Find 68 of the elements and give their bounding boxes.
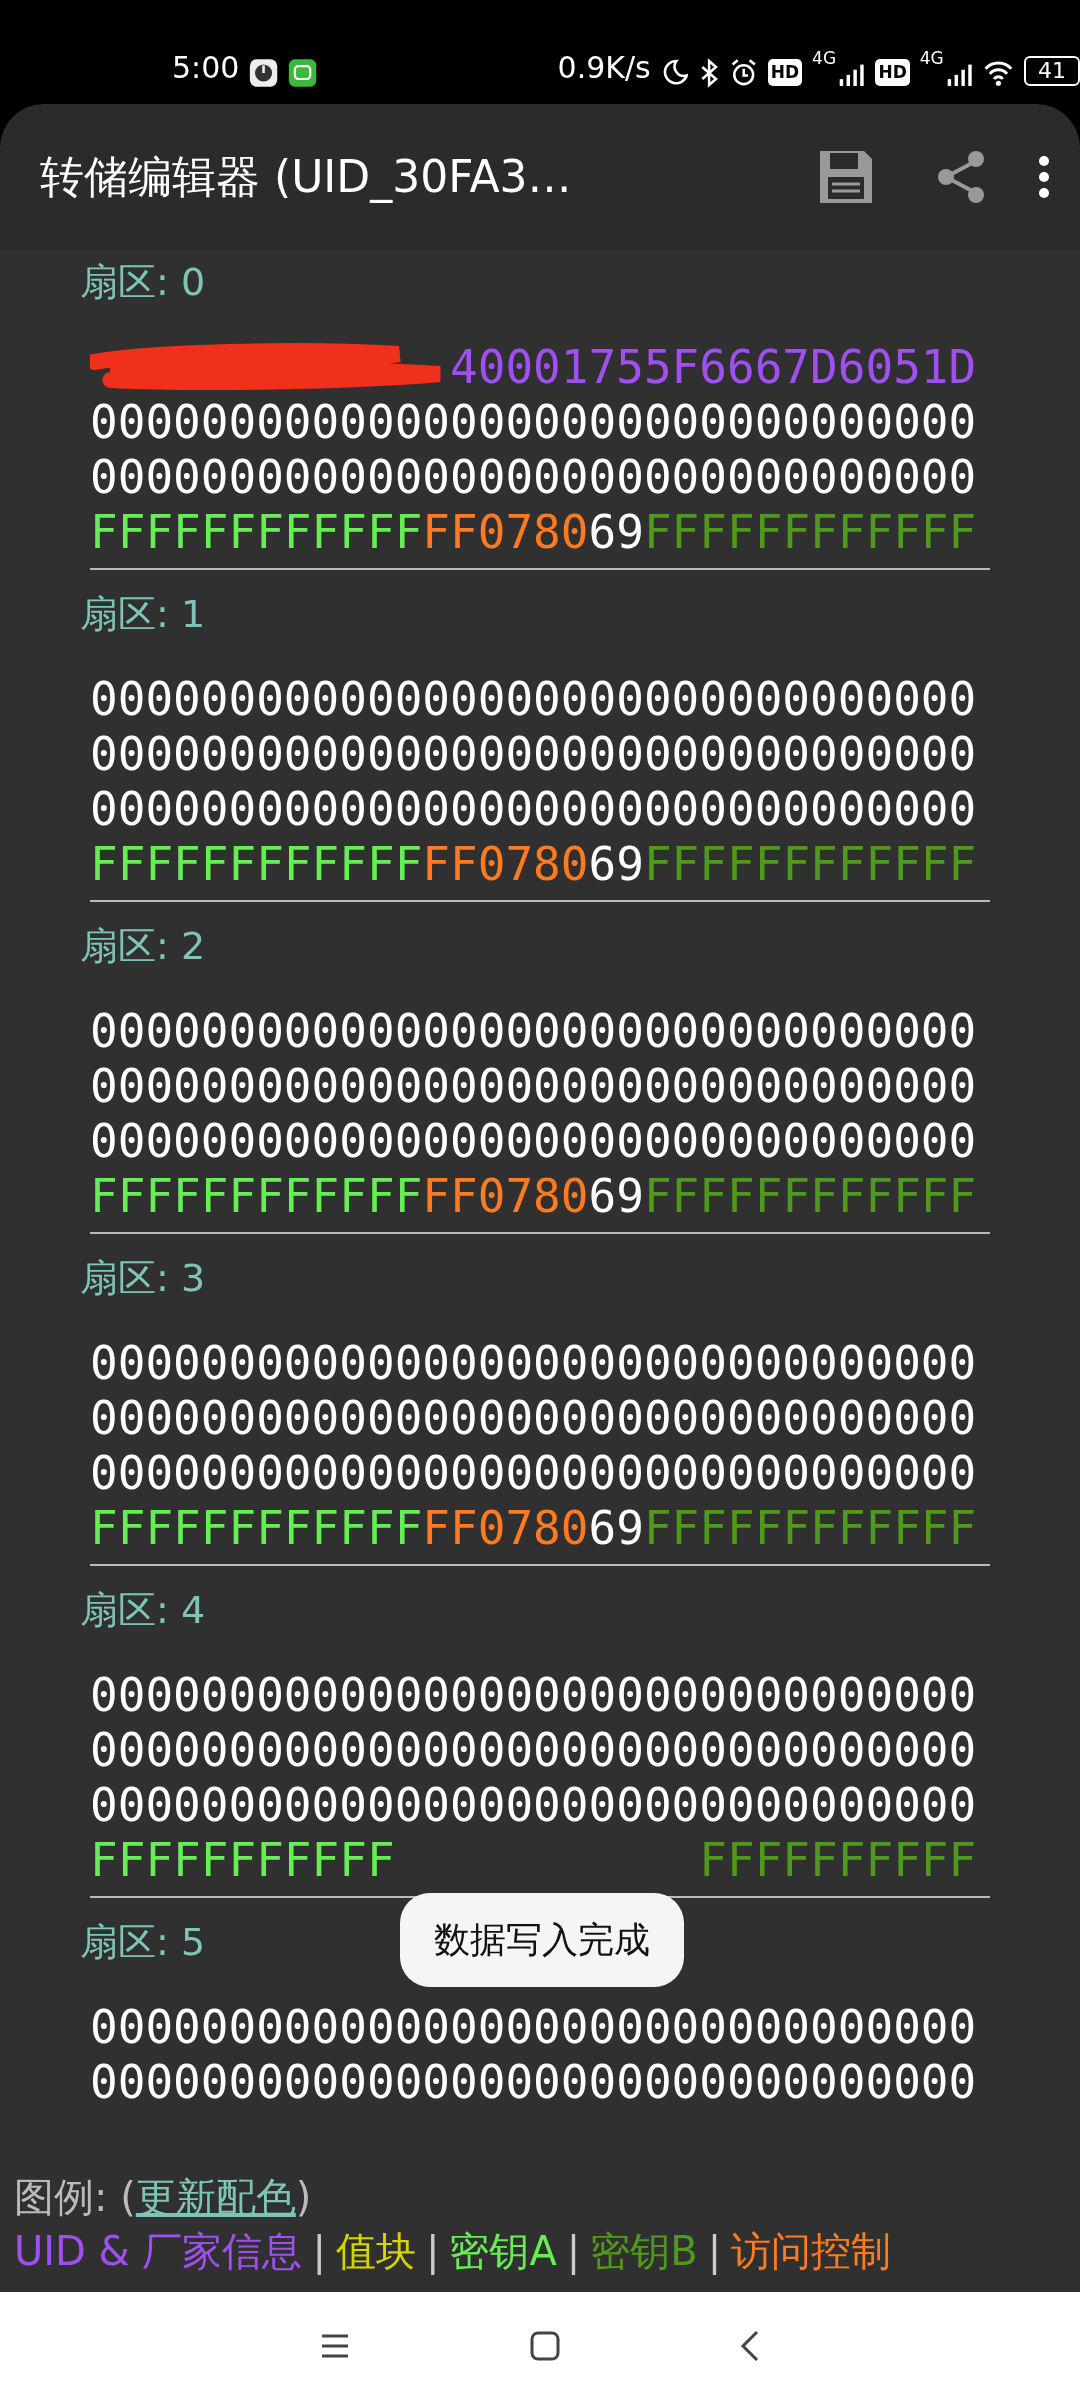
legend-separator: | <box>426 2227 440 2277</box>
sector-label: 扇区: 2 <box>80 923 206 970</box>
hex-data: 00000000000000000000000000000000 <box>90 1059 977 1114</box>
hex-data: 00000000000000000000000000000000 <box>90 1336 977 1391</box>
hex-data: 69 <box>588 1169 644 1224</box>
legend-separator: | <box>707 2227 722 2277</box>
hex-data: FF0780 <box>422 505 589 560</box>
hex-data: 69 <box>588 505 644 560</box>
hex-data: FFFFFFFFFF <box>699 1833 977 1888</box>
toast-message: 数据写入完成 <box>400 1893 684 1987</box>
hex-data: FFFFFFFFFFFF <box>643 837 977 892</box>
hex-data: 00000000000000000000000000000000 <box>90 727 977 782</box>
legend-item: 值块 <box>336 2227 416 2276</box>
battery-level: 41 <box>1024 56 1080 86</box>
legend-paren: ) <box>295 2174 312 2220</box>
hex-data: 00000000000000000000000000000000 <box>90 450 977 505</box>
save-icon[interactable] <box>818 149 874 205</box>
hex-data: 00000000000000000000000000000000 <box>90 672 977 727</box>
hex-data: 00000000000000000000000000000000 <box>90 1004 977 1059</box>
network-type: 4G <box>812 47 837 70</box>
hex-data: FF0780 <box>422 1501 589 1556</box>
sector-label: 扇区: 3 <box>80 1255 206 1302</box>
home-icon[interactable] <box>530 2331 560 2361</box>
hex-data: 00000000000000000000000000000000 <box>90 782 977 837</box>
hex-data: FFFFFFFFFFFF <box>90 837 423 892</box>
hex-data: FFFFFFFFFFFF <box>90 1169 423 1224</box>
hd-badge: HD <box>875 58 910 86</box>
hex-data: FFFFFFFFFFFF <box>90 1501 423 1556</box>
hex-data: FFFFFFFFFFFF <box>90 505 423 560</box>
hex-data: FFFFFFFFFFFF <box>643 1169 977 1224</box>
network-speed: 0.9K/s <box>557 49 651 87</box>
hex-data: 69 <box>588 837 644 892</box>
hex-data: 40001755F6667D6051D <box>450 340 977 395</box>
legend-item: UID & 厂家信息 <box>14 2227 303 2276</box>
legend-item: 访问控制 <box>731 2227 892 2276</box>
back-icon[interactable] <box>740 2330 760 2362</box>
hex-data: 00000000000000000000000000000000 <box>90 1391 977 1446</box>
hex-data: FFFFFFFFFFF <box>90 1833 395 1888</box>
sector-label: 扇区: 0 <box>80 259 206 306</box>
legend-item: 密钥B <box>590 2227 698 2276</box>
hd-badge: HD <box>767 58 803 86</box>
legend-separator: | <box>566 2227 581 2277</box>
network-type: 4G <box>919 47 944 70</box>
hex-data: FF0780 <box>422 837 589 892</box>
hex-data: FF0780 <box>422 1169 589 1224</box>
hex-data: 00000000000000000000000000000000 <box>90 1446 977 1501</box>
more-options-icon[interactable] <box>1038 155 1050 199</box>
legend-item: 密钥A <box>449 2227 557 2276</box>
sector-label: 扇区: 5 <box>80 1919 206 1966</box>
legend-separator: | <box>312 2227 326 2277</box>
hex-data: 00000000000000000000000000000000 <box>90 1668 977 1723</box>
hex-data: FFFFFFFFFFFF <box>643 1501 977 1556</box>
hex-data: 69 <box>588 1501 644 1556</box>
clock-time: 5:00 <box>172 49 240 87</box>
sector-label: 扇区: 1 <box>80 591 206 638</box>
hex-data: 00000000000000000000000000000000 <box>90 2055 977 2110</box>
hex-data: 00000000000000000000000000000000 <box>90 1778 977 1833</box>
hex-data: 00000000000000000000000000000000 <box>90 2000 977 2055</box>
clock-app-icon <box>249 56 279 90</box>
hex-data: 00000000000000000000000000000000 <box>90 1114 977 1169</box>
screen-title: 转储编辑器 (UID_30FA3… <box>40 150 573 205</box>
legend-label: 图例: ( <box>14 2174 136 2220</box>
hex-data: FFFFFFFFFFFF <box>643 505 977 560</box>
hex-data: 00000000000000000000000000000000 <box>90 1723 977 1778</box>
menu-icon[interactable] <box>320 2333 350 2359</box>
hex-data: 00000000000000000000000000000000 <box>90 395 977 450</box>
recolor-link[interactable]: 更新配色 <box>135 2174 296 2220</box>
sector-label: 扇区: 4 <box>80 1587 206 1634</box>
